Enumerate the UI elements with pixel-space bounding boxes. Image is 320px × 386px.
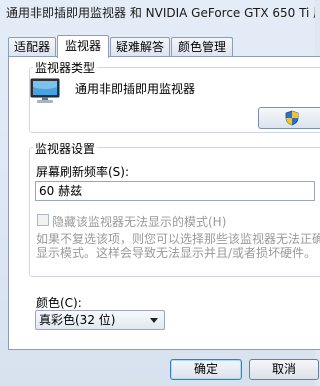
ok-button[interactable]: 确定 [170,359,242,380]
tab-color-management[interactable]: 颜色管理 [171,37,233,57]
chevron-down-icon [150,318,158,323]
tab-troubleshoot[interactable]: 疑难解答 [110,37,170,57]
monitor-name: 通用非即插即用监视器 [75,82,196,96]
refresh-rate-select[interactable]: 60 赫兹 [35,181,315,201]
uac-shield-icon [285,110,299,126]
tab-monitor[interactable]: 监视器 [57,35,109,58]
monitor-type-legend: 监视器类型 [33,59,98,76]
cancel-button[interactable]: 取消 [249,359,319,380]
hide-modes-label: 隐藏该监视器无法显示的模式(H) [52,215,227,229]
monitor-icon [30,78,60,103]
refresh-rate-label: 屏幕刷新频率(S): [36,165,130,179]
help-text-line-2: 显示模式。这样会导致无法显示并且/或者损坏硬件。 [36,246,317,260]
properties-button[interactable] [258,107,320,129]
refresh-rate-value: 60 赫兹 [39,184,83,198]
monitor-settings-legend: 监视器设置 [33,140,98,157]
properties-dialog: 通用非即插即用监视器 和 NVIDIA GeForce GTX 650 Ti 属… [0,0,320,386]
colors-label: 颜色(C): [36,296,82,310]
colors-select[interactable]: 真彩色(32 位) [35,310,165,330]
colors-value: 真彩色(32 位) [39,313,116,327]
tab-adapter[interactable]: 适配器 [8,37,56,57]
hide-modes-checkbox[interactable] [37,214,49,226]
window-title: 通用非即插即用监视器 和 NVIDIA GeForce GTX 650 Ti 属… [6,6,315,20]
